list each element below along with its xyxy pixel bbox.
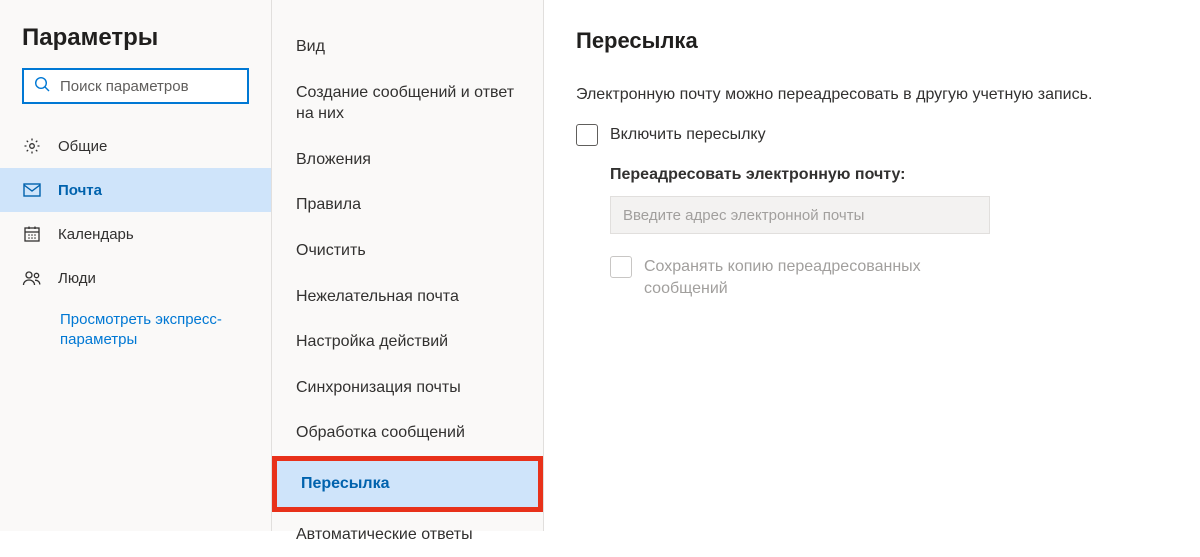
sidebar-item-label: Общие (58, 138, 107, 155)
mail-subnav: Вид Создание сообщений и ответ на них Вл… (272, 0, 544, 531)
subnav-item-attachments[interactable]: Вложения (272, 137, 543, 183)
sidebar-item-label: Почта (58, 182, 102, 199)
people-icon (22, 270, 42, 286)
sidebar-item-people[interactable]: Люди (0, 256, 271, 300)
enable-forwarding-label: Включить пересылку (610, 126, 766, 144)
forward-to-label: Переадресовать электронную почту: (610, 166, 1168, 184)
enable-forwarding-checkbox[interactable] (576, 124, 598, 146)
subnav-item-rules[interactable]: Правила (272, 182, 543, 228)
keep-copy-label: Сохранять копию переадресованных сообщен… (644, 256, 964, 301)
keep-copy-checkbox (610, 256, 632, 278)
forwarding-details: Переадресовать электронную почту: Сохран… (576, 166, 1168, 301)
sidebar-item-mail[interactable]: Почта (0, 168, 271, 212)
sidebar-item-label: Календарь (58, 226, 134, 243)
subnav-item-customize-actions[interactable]: Настройка действий (272, 319, 543, 365)
search-container[interactable] (22, 68, 249, 104)
page-title: Пересылка (576, 28, 1168, 54)
subnav-item-auto-replies[interactable]: Автоматические ответы (272, 512, 543, 557)
highlight-annotation: Пересылка (272, 456, 543, 512)
subnav-item-forwarding[interactable]: Пересылка (277, 461, 538, 507)
subnav-item-sync[interactable]: Синхронизация почты (272, 365, 543, 411)
subnav-item-sweep[interactable]: Очистить (272, 228, 543, 274)
page-description: Электронную почту можно переадресовать в… (576, 86, 1168, 104)
calendar-icon (22, 225, 42, 243)
gear-icon (22, 137, 42, 155)
subnav-item-junk[interactable]: Нежелательная почта (272, 274, 543, 320)
settings-title: Параметры (0, 24, 271, 68)
sidebar-item-label: Люди (58, 270, 96, 287)
mail-icon (22, 183, 42, 197)
sidebar-item-calendar[interactable]: Календарь (0, 212, 271, 256)
forward-email-input[interactable] (610, 196, 990, 234)
subnav-item-message-handling[interactable]: Обработка сообщений (272, 410, 543, 456)
sidebar-item-general[interactable]: Общие (0, 124, 271, 168)
main-content: Пересылка Электронную почту можно переад… (544, 0, 1200, 531)
subnav-item-layout[interactable]: Вид (272, 24, 543, 70)
search-icon (34, 76, 50, 96)
subnav-item-compose[interactable]: Создание сообщений и ответ на них (272, 70, 543, 137)
keep-copy-row: Сохранять копию переадресованных сообщен… (610, 256, 1168, 301)
settings-sidebar: Параметры Общие (0, 0, 272, 531)
search-input[interactable] (60, 78, 237, 95)
enable-forwarding-row: Включить пересылку (576, 124, 1168, 146)
view-quick-settings-link[interactable]: Просмотреть экспресс-параметры (0, 300, 271, 361)
